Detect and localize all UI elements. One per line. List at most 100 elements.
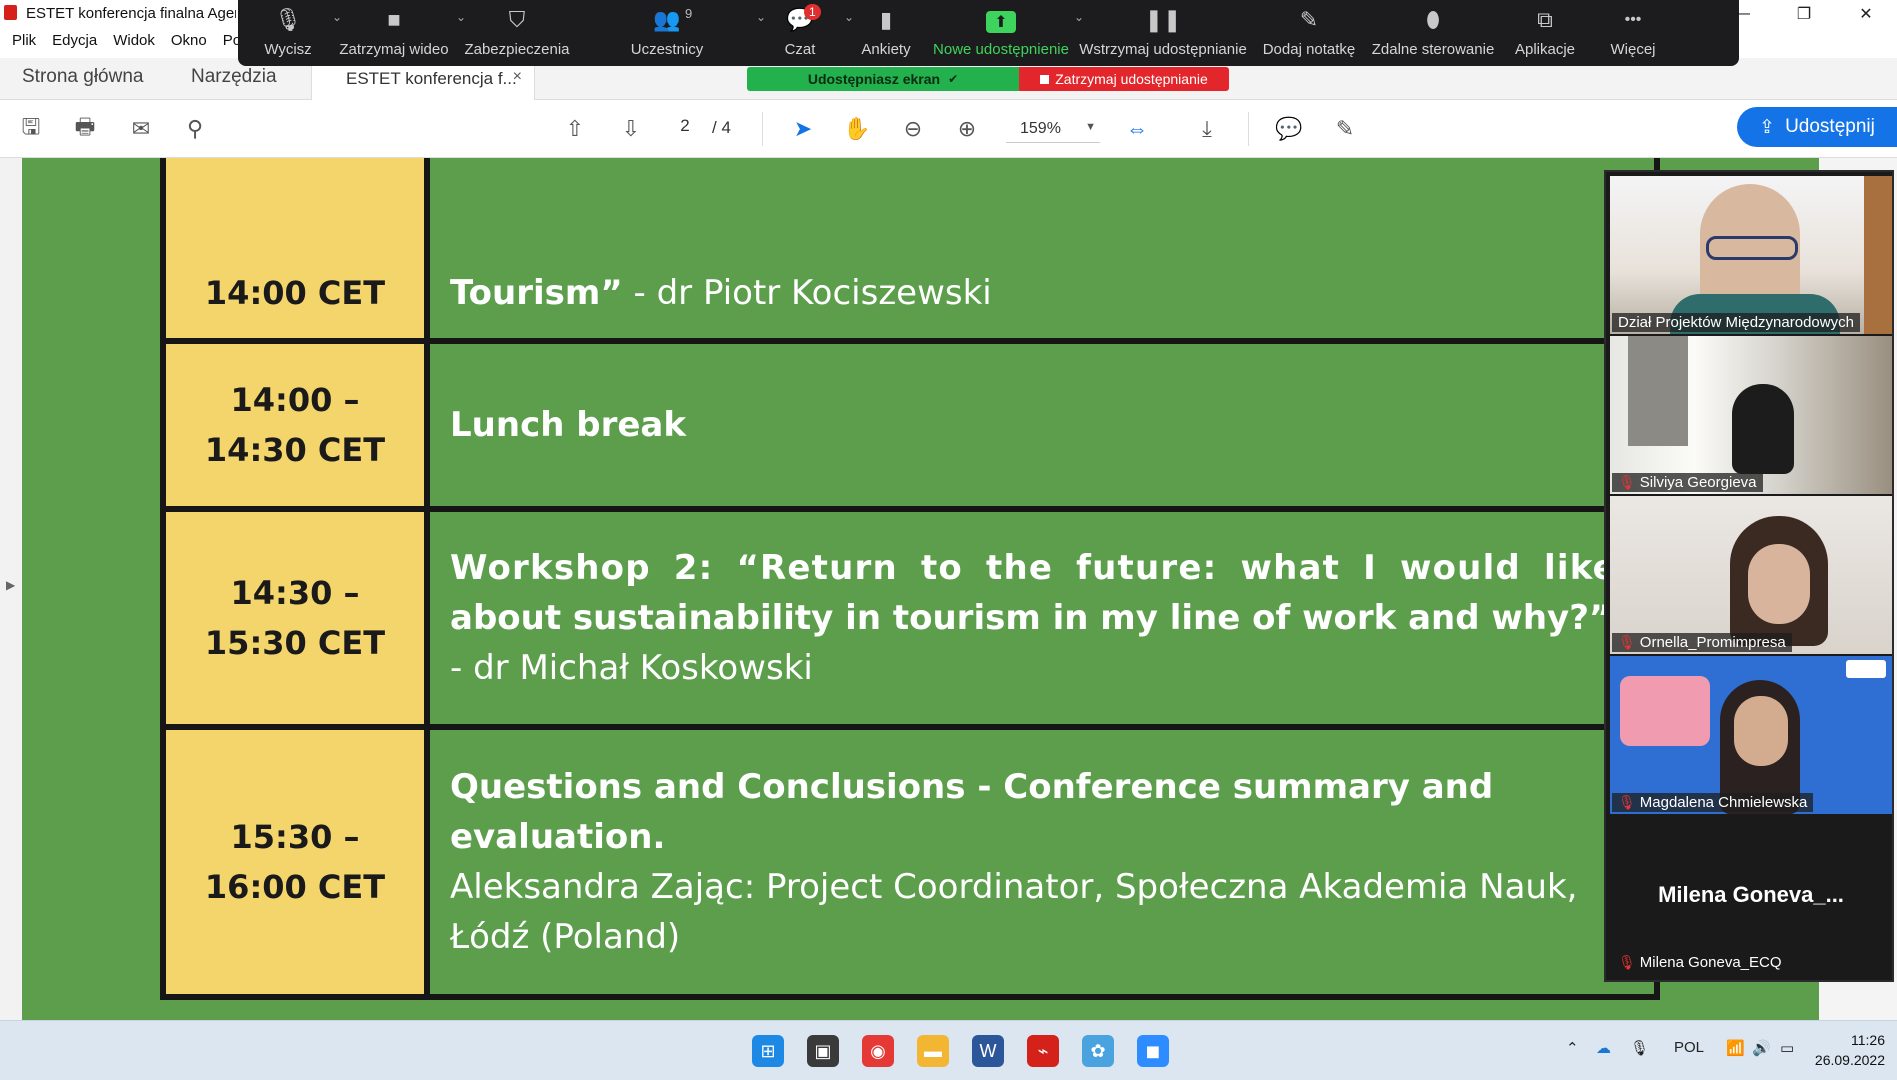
more-button[interactable]: ••• Więcej [1590,0,1676,66]
pause-share-button[interactable]: ❚❚ Wstrzymaj udostępnianie [1074,0,1252,66]
close-tab-icon[interactable]: × [513,68,522,86]
annotate-label: Dodaj notatkę [1262,41,1356,58]
menu-file[interactable]: Plik [6,30,42,52]
participant-video-tile[interactable]: Milena Goneva_... 🎙 Milena Goneva_ECQ [1610,816,1892,974]
menu-window[interactable]: Okno [165,30,213,52]
new-share-label: Nowe udostępnienie [933,41,1069,58]
stop-sharing-label: Zatrzymaj udostępnianie [1055,71,1208,87]
menu-edit[interactable]: Edycja [46,30,103,52]
participant-name: Milena Goneva_ECQ [1639,954,1782,971]
agenda-title-line: Tourism” - dr Piotr Kociszewski [450,268,1654,318]
participant-video [1610,656,1892,814]
menu-view[interactable]: Widok [107,30,161,52]
window-shape [1628,336,1688,446]
microphone-icon[interactable]: 🎙 [1630,1039,1649,1057]
select-cursor-icon[interactable]: ➤ [788,114,818,144]
windows-taskbar: ⊞ ▣ ◉ ▬ W ⌁ ✿ ◼ ⌃ ☁ 🎙 POL 📶 🔊 ▭ 11:26 26.09.202… [0,1020,1897,1080]
polls-button[interactable]: ▮ Ankiety [844,0,928,66]
more-dots-icon: ••• [1624,11,1642,28]
word-icon[interactable]: W [972,1035,1004,1067]
pdf-page: 14:00 CET Tourism” - dr Piotr Kociszewsk… [22,158,1819,1020]
chevron-up-icon[interactable]: ⌃ [1566,1039,1579,1057]
maximize-button[interactable]: ❐ [1773,0,1835,27]
volume-icon[interactable]: 🔊 [1752,1039,1771,1057]
new-share-button[interactable]: ⬆ Nowe udostępnienie ⌄ [928,0,1084,66]
participant-name: Dział Projektów Międzynarodowych [1618,314,1854,331]
windows-start-icon[interactable]: ⊞ [752,1035,784,1067]
email-icon[interactable]: ✉ [126,114,156,144]
share-upload-icon: ⇪ [1759,116,1776,138]
microphone-icon: 🎙 [274,7,302,32]
tab-home[interactable]: Strona główna [22,66,143,88]
participant-video [1610,336,1892,494]
agenda-speaker: - dr Piotr Kociszewski [622,273,992,313]
agenda-speaker-line-2: Łódź (Poland) [450,917,681,957]
hand-tool-icon[interactable]: ✋ [842,114,872,144]
participant-name: Silviya Georgieva [1639,474,1757,491]
stop-sharing-button[interactable]: Zatrzymaj udostępnianie [1019,67,1229,91]
muted-mic-icon: 🎙 [1618,474,1636,490]
mute-button[interactable]: 🎙 Wycisz ⌄ [244,0,342,66]
remote-control-label: Zdalne sterowanie [1371,41,1495,58]
print-icon[interactable]: 🖶 [70,114,100,144]
zoom-in-icon[interactable]: ⊕ [952,114,982,144]
onedrive-icon[interactable]: ☁ [1596,1039,1611,1057]
zoom-meeting-toolbar: 🎙 Wycisz ⌄ ■ Zatrzymaj wideo ⌄ ⛉ Zabezpi… [238,0,1739,66]
agenda-row: 15:30 – 16:00 CET Questions and Conclusi… [160,724,1660,1000]
agenda-row: 14:00 CET Tourism” - dr Piotr Kociszewsk… [160,158,1660,344]
video-camera-icon: ■ [387,7,401,32]
file-explorer-icon[interactable]: ▬ [917,1035,949,1067]
annotate-button[interactable]: ✎ Dodaj notatkę [1252,0,1366,66]
participant-video-tile[interactable]: Dział Projektów Międzynarodowych [1610,176,1892,334]
muted-mic-icon: 🎙 [1618,634,1636,650]
stop-square-icon [1040,74,1050,84]
shield-icon: ⛉ [508,7,526,32]
participant-display-name: Milena Goneva_... [1658,882,1844,907]
apps-button[interactable]: ⧉ Aplikacje [1500,0,1590,66]
zoom-level-value: 159% [1020,120,1061,137]
tab-tools[interactable]: Narzędzia [191,66,277,88]
participant-video-tile[interactable]: 🎙 Magdalena Chmielewska [1610,656,1892,814]
security-button[interactable]: ⛉ Zabezpieczenia [456,0,578,66]
acrobat-share-button[interactable]: ⇪ Udostępnij [1737,107,1897,147]
stop-video-button[interactable]: ■ Zatrzymaj wideo ⌄ [332,0,466,66]
acrobat-icon[interactable]: ⌁ [1027,1035,1059,1067]
next-page-icon[interactable]: ⇩ [616,114,646,144]
close-window-button[interactable]: ✕ [1835,0,1897,27]
save-icon[interactable]: 🖫 [16,114,46,144]
participant-video-tile[interactable]: 🎙 Silviya Georgieva [1610,336,1892,494]
participants-icon: 👥 [653,7,681,32]
expand-panel-icon[interactable]: ▶ [6,578,15,592]
scroll-mode-icon[interactable]: ⤓ [1192,114,1222,144]
zoom-icon[interactable]: ◼ [1137,1035,1169,1067]
search-icon[interactable]: ⚲ [180,114,210,144]
agenda-row: 14:30 – 15:30 CET Workshop 2: “Return to… [160,506,1810,730]
page-number-input[interactable]: 2 [668,116,702,142]
paint-icon[interactable]: ✿ [1082,1035,1114,1067]
highlight-pen-icon[interactable]: ✎ [1330,114,1360,144]
participants-button[interactable]: 👥 9 Uczestnicy ⌄ [578,0,766,66]
chat-button[interactable]: 💬 1 Czat ⌄ [756,0,854,66]
fit-page-icon[interactable]: ⇔ [1122,114,1152,144]
participant-name-tag: 🎙 Silviya Georgieva [1612,473,1763,492]
participant-video-tile[interactable]: 🎙 Ornella_Promimpresa [1610,496,1892,654]
participant-video [1610,176,1892,334]
participants-count: 9 [685,6,693,21]
participant-name: Ornella_Promimpresa [1639,634,1786,651]
agenda-title-line-2: about sustainability in tourism in my li… [450,598,1612,638]
remote-control-button[interactable]: ⬮ Zdalne sterowanie [1366,0,1500,66]
previous-page-icon[interactable]: ⇧ [560,114,590,144]
battery-icon[interactable]: ▭ [1780,1039,1794,1057]
chevron-down-icon: ▼ [1085,121,1096,133]
task-view-icon[interactable]: ▣ [807,1035,839,1067]
face-shape [1748,544,1810,624]
language-indicator[interactable]: POL [1674,1039,1704,1056]
agenda-time: 14:00 – 14:30 CET [160,338,430,512]
zoom-level-select[interactable]: 159% ▼ [1006,115,1100,143]
comment-icon[interactable]: 💬 [1274,114,1304,144]
system-clock[interactable]: 11:26 26.09.2022 [1815,1030,1885,1070]
zoom-out-icon[interactable]: ⊖ [898,114,928,144]
chrome-icon[interactable]: ◉ [862,1035,894,1067]
page-total: / 4 [712,118,731,137]
wifi-icon[interactable]: 📶 [1726,1039,1745,1057]
